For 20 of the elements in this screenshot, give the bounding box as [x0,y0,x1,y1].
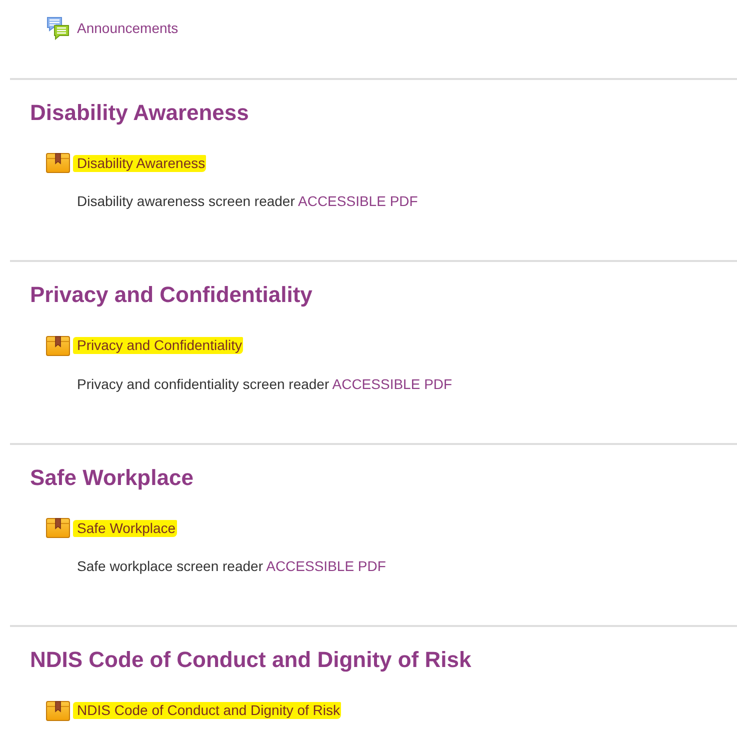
box-icon [46,336,70,356]
activity-link[interactable]: Announcements [77,20,178,36]
activity-link[interactable]: NDIS Code of Conduct and Dignity of Risk [73,702,342,720]
box-icon [46,700,70,721]
pdf-link[interactable]: ACCESSIBLE PDF [298,193,418,210]
pdf-link[interactable]: ACCESSIBLE PDF [266,558,386,574]
activity-link[interactable]: Privacy and Confidentiality [73,337,243,354]
activity-description: Disability awareness screen reader ACCESSIBLE PDF [77,192,418,212]
box-icon [46,153,70,174]
section-heading: Disability Awareness [30,100,249,126]
box-icon [46,518,70,538]
pdf-link[interactable]: ACCESSIBLE PDF [332,376,452,392]
activity-link[interactable]: Safe Workplace [73,520,177,537]
activity-description: Privacy and confidentiality screen reader ACCESSIBLE PDF [77,374,452,394]
section-heading: NDIS Code of Conduct and Dignity of Risk [30,647,472,674]
section-heading: Safe Workplace [30,464,194,492]
activity-link[interactable]: Disability Awareness [73,154,206,172]
speech-bubbles-icon [46,16,70,40]
section-heading: Privacy and Confidentiality [30,282,312,309]
activity-description: Safe workplace screen reader ACCESSIBLE PDF [77,557,386,576]
